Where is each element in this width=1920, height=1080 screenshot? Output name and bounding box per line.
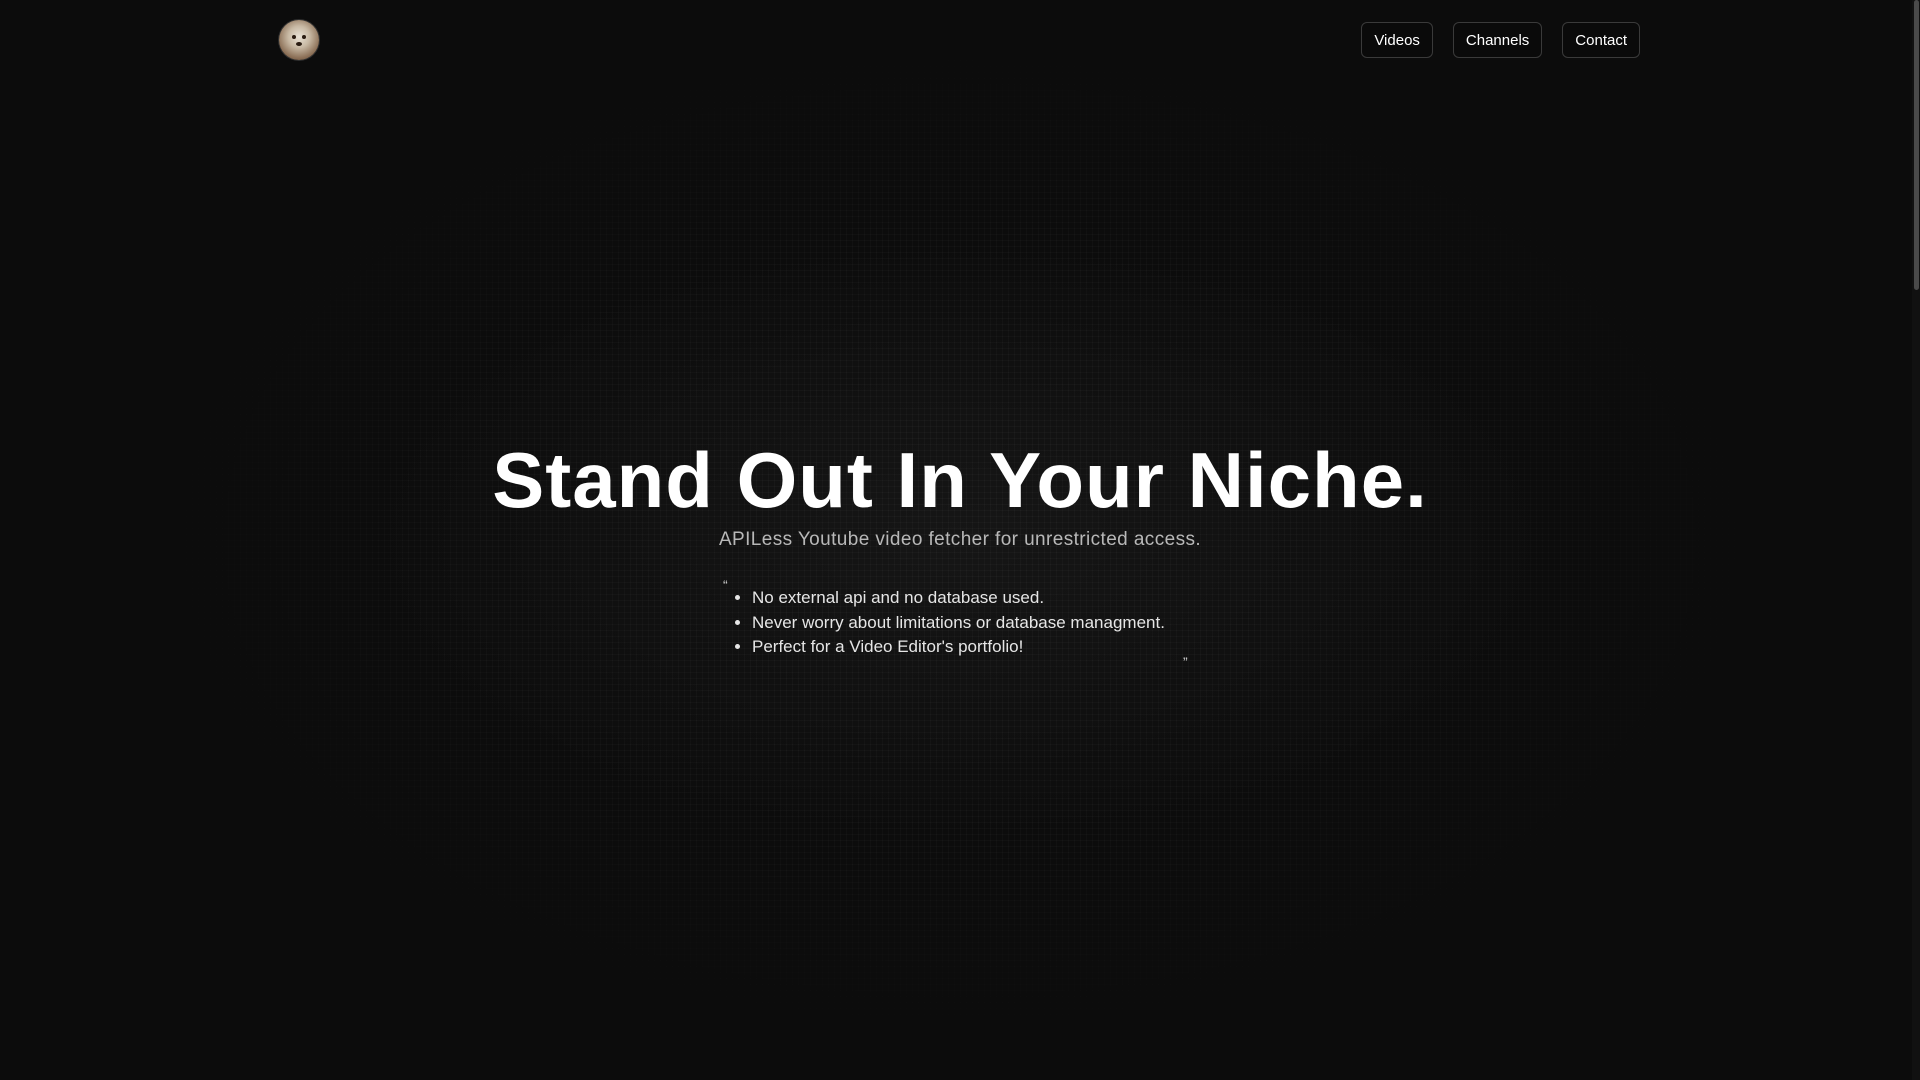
- avatar-logo[interactable]: [279, 20, 319, 60]
- feature-list: No external api and no database used. Ne…: [723, 586, 1165, 660]
- hero-subtitle: APILess Youtube video fetcher for unrest…: [718, 529, 1202, 550]
- feature-item: No external api and no database used.: [752, 586, 1165, 611]
- avatar-eye-left: [292, 35, 296, 39]
- hero-section: Stand Out In Your Niche. APILess Youtube…: [0, 435, 1920, 551]
- feature-quote: “ No external api and no database used. …: [723, 577, 1193, 670]
- scrollbar-thumb[interactable]: [1914, 0, 1919, 290]
- nav-channels-button[interactable]: Channels: [1452, 22, 1543, 58]
- close-quote-mark: ”: [1183, 654, 1188, 670]
- page: Videos Channels Contact Stand Out In You…: [0, 0, 1920, 1080]
- nav-contact-button[interactable]: Contact: [1562, 22, 1640, 58]
- nav-videos-button[interactable]: Videos: [1361, 22, 1433, 58]
- feature-item: Never worry about limitations or databas…: [752, 611, 1165, 636]
- avatar-eye-right: [302, 35, 306, 39]
- hero-title: Stand Out In Your Niche.: [492, 436, 1428, 524]
- header: Videos Channels Contact: [0, 0, 1920, 80]
- avatar-nose: [296, 42, 302, 46]
- feature-item: Perfect for a Video Editor's portfolio!: [752, 635, 1165, 660]
- scrollbar[interactable]: [1912, 0, 1920, 1080]
- main-nav: Videos Channels Contact: [1361, 22, 1640, 58]
